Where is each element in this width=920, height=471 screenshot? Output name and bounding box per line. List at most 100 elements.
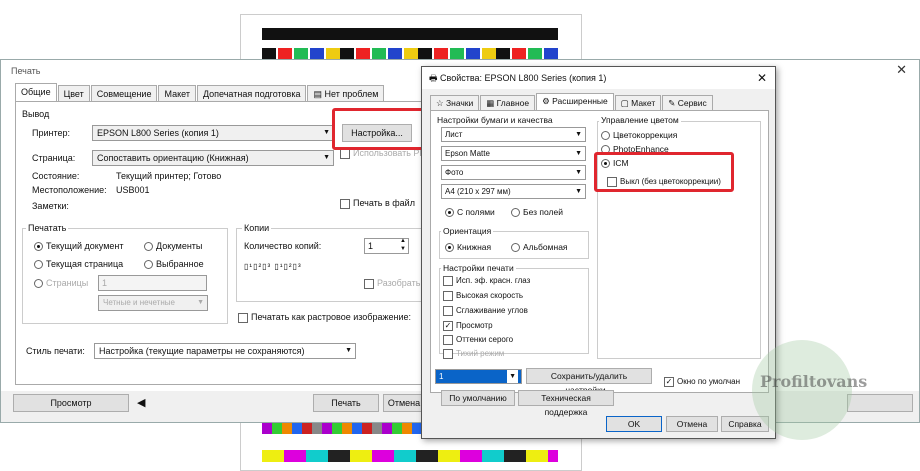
smooth-edges-checkbox[interactable]: Сглаживание углов [443,306,528,316]
checkbox-icon [238,312,248,323]
borderless-radio[interactable]: Без полей [511,207,563,218]
printer-select[interactable]: EPSON L800 Series (копия 1) ▼ [92,125,334,141]
borderless-label: Без полей [523,207,563,217]
checkbox-icon [443,349,453,359]
tab-color[interactable]: Цвет [57,85,90,102]
page-value: Сопоставить ориентацию (Книжная) [97,153,249,163]
paper-size-value: A4 (210 x 297 мм) [445,187,511,196]
current-doc-radio[interactable]: Текущий документ [34,241,123,252]
high-speed-checkbox[interactable]: Высокая скорость [443,291,523,301]
checkbox-icon [443,276,453,286]
landscape-radio[interactable]: Альбомная [511,242,568,253]
radio-icon [34,260,43,270]
pages-radio[interactable]: Страницы [34,278,88,289]
printer-icon: 🖶 [429,73,438,83]
cancel-button[interactable]: Отмена [666,416,718,432]
arrow-left-icon[interactable]: ◀ [137,396,145,409]
paper-quality-label: Настройки бумаги и качества [437,115,553,125]
with-borders-label: С полями [457,207,495,217]
preset-value: 1 [439,372,444,381]
portrait-radio[interactable]: Книжная [445,242,491,253]
orientation-label: Ориентация [441,226,494,236]
quality-select[interactable]: Фото ▼ [441,165,586,180]
quiet-mode-checkbox[interactable]: Тихий режим [443,349,504,359]
preview-checkbox[interactable]: ✓ Просмотр [443,321,493,331]
tab-advanced[interactable]: ⚙ Расширенные [536,93,614,111]
tab-layout[interactable]: Макет [158,85,196,102]
properties-tab-bar: ☆ Значки ▦ Главное ⚙ Расширенные ▢ Макет… [430,93,714,111]
paper-type-select[interactable]: Epson Matte ▼ [441,146,586,161]
print-as-bitmap-label: Печатать как растровое изображение: [251,312,411,322]
print-range-label: Печатать [26,223,69,233]
preview-button[interactable]: Просмотр [13,394,129,412]
print-style-label: Стиль печати: [26,346,85,356]
check-icon: ✓ [664,377,674,387]
radio-icon [144,242,153,252]
cancel-button[interactable]: Отмена [383,394,425,412]
chevron-down-icon: ▼ [575,169,582,176]
radio-icon [144,260,153,270]
chevron-down-icon: ▼ [323,129,330,136]
color-management-label: Управление цветом [599,115,681,125]
chevron-down-icon: ▼ [575,150,582,157]
paper-source-select[interactable]: Лист ▼ [441,127,586,142]
watermark-text: Profiltovans [760,372,868,391]
copies-value: 1 [368,241,374,251]
copies-input[interactable]: 1 ▲ ▼ [364,238,409,254]
paper-size-select[interactable]: A4 (210 x 297 мм) ▼ [441,184,586,199]
tab-icons[interactable]: ☆ Значки [430,95,480,111]
close-icon[interactable]: ✕ [896,62,907,78]
pages-parity-value: Четные и нечетные [103,298,175,307]
properties-title: Свойства: EPSON L800 Series (копия 1) [440,73,607,83]
grayscale-checkbox[interactable]: Оттенки серого [443,335,513,345]
selection-radio[interactable]: Выбранное [144,259,204,270]
close-icon[interactable]: ✕ [757,67,767,89]
tab-main[interactable]: ▦ Главное [480,95,536,111]
film-icon: ▦ [486,98,497,108]
checkbox-icon [443,335,453,345]
color-correction-radio[interactable]: Цветокоррекция [601,130,677,141]
tab-prepress[interactable]: Допечатная подготовка [196,85,307,102]
ok-button[interactable]: OK [606,416,662,432]
chevron-down-icon: ▼ [345,347,352,354]
wrench-icon: ✎ [668,98,678,108]
default-button[interactable]: По умолчанию [441,390,515,406]
print-as-bitmap-checkbox[interactable]: Печатать как растровое изображение: [238,312,411,323]
copies-label: Количество копий: [244,241,322,251]
print-to-file-checkbox[interactable]: Печать в файл [340,198,415,209]
support-button[interactable]: Техническая поддержка [518,390,614,417]
print-button[interactable]: Печать [313,394,379,412]
red-eye-checkbox[interactable]: Исп. эф. красн. глаз [443,276,530,286]
save-delete-settings-button[interactable]: Сохранить/удалить настройки... [526,368,652,395]
chevron-down-icon: ▼ [507,370,518,383]
tab-composite[interactable]: Совмещение [90,85,158,102]
apply-button[interactable] [847,394,913,412]
paper-type-value: Epson Matte [445,149,490,158]
pages-input[interactable]: 1 [98,275,207,291]
tab-advanced-label: Расширенные [552,96,608,106]
tab-no-issues[interactable]: ▤ Нет проблем [307,85,385,102]
smooth-edges-label: Сглаживание углов [456,306,528,316]
with-borders-radio[interactable]: С полями [445,207,495,218]
tab-service[interactable]: ✎ Сервис [662,95,713,111]
location-value: USB001 [116,185,150,195]
tab-general[interactable]: Общие [15,83,57,102]
page-label: Страница: [32,153,76,163]
radio-icon [34,279,43,289]
page-select[interactable]: Сопоставить ориентацию (Книжная) ▼ [92,150,334,166]
print-style-select[interactable]: Настройка (текущие параметры не сохраняю… [94,343,356,359]
current-page-radio[interactable]: Текущая страница [34,259,123,270]
checkbox-icon [340,198,350,209]
documents-radio[interactable]: Документы [144,241,202,252]
chevron-down-icon: ▼ [197,299,204,306]
paper-source-value: Лист [445,130,463,139]
tab-layout-label: Макет [631,98,656,108]
spinner-arrows-icon: ▲ ▼ [400,238,406,252]
pages-parity-select[interactable]: Четные и нечетные ▼ [98,295,208,311]
radio-icon [34,242,43,252]
default-window-checkbox[interactable]: ✓ Окно по умолчан [664,377,740,387]
preset-select[interactable]: 1 ▼ [435,369,522,384]
star-icon: ☆ [436,98,446,108]
tab-layout[interactable]: ▢ Макет [614,95,662,111]
printer-label: Принтер: [32,128,71,138]
